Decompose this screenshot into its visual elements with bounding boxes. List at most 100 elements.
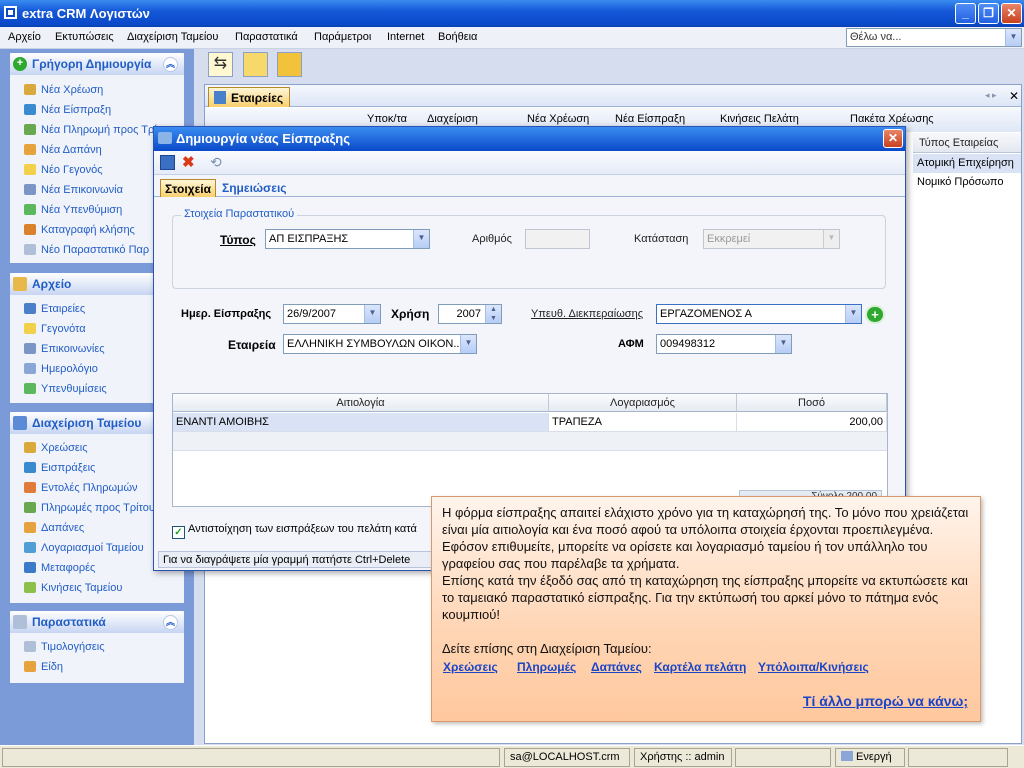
cash-accounts[interactable]: Λογαριασμοί Ταμείου [24, 542, 144, 554]
archive-events[interactable]: Γεγονότα [24, 323, 86, 335]
cell-account[interactable]: ΤΡΑΠΕΖΑ [549, 413, 737, 432]
toolbar-customer-movements[interactable]: Κινήσεις Πελάτη [720, 113, 799, 125]
company-select[interactable]: ΕΛΛΗΝΙΚΗ ΣΥΜΒΟΥΛΩΝ ΟΙΚΟΝ... ▼ [283, 334, 477, 354]
tab-companies[interactable]: Εταιρείες [208, 87, 291, 107]
toolbar-management[interactable]: Διαχείριση [427, 113, 478, 125]
windows-icon[interactable] [277, 52, 302, 77]
company-type-row[interactable]: Ατομική Επιχείρηση [913, 154, 1021, 173]
match-receipts-checkbox[interactable]: ✓ Αντιστοίχηση των εισπράξεων του πελάτη … [172, 523, 417, 539]
quick-log-call[interactable]: Καταγραφή κλήσης [24, 224, 135, 236]
quick-new-receipt[interactable]: Νέα Είσπραξη [24, 104, 111, 116]
menu-internet[interactable]: Internet [387, 31, 424, 43]
cash-third-party-payments[interactable]: Πληρωμές προς Τρίτου [24, 502, 155, 514]
cash-receipts[interactable]: Εισπράξεις [24, 462, 95, 474]
doc-tabstrip: Εταιρείες ✕ ◂ ▸ [205, 85, 1021, 107]
toolbar-new-receipt[interactable]: Νέα Είσπραξη [615, 113, 685, 125]
chevron-down-icon[interactable]: ▼ [775, 335, 791, 353]
chevron-down-icon[interactable]: ▼ [413, 230, 429, 248]
cash-transfers[interactable]: Μεταφορές [24, 562, 95, 574]
cell-reason[interactable]: ΕΝΑΝΤΙ ΑΜΟΙΒΗΣ [173, 413, 549, 432]
archive-companies[interactable]: Εταιρείες [24, 303, 85, 315]
archive-calendar[interactable]: Ημερολόγιο [24, 363, 98, 375]
status-extra [908, 748, 1008, 767]
toolbar-sub-accounts[interactable]: Υποκ/τα [367, 113, 407, 125]
year-stepper[interactable]: 2007 ▲ ▼ [438, 304, 502, 324]
tab-scroll-icon[interactable]: ◂ ▸ [985, 90, 997, 101]
company-type-row[interactable]: Νομικό Πρόσωπο [913, 173, 1021, 192]
column-reason[interactable]: Αιτιολογία [173, 394, 549, 412]
quick-new-reminder[interactable]: Νέα Υπενθύμιση [24, 204, 122, 216]
date-picker[interactable]: 26/9/2007 ▼ [283, 304, 381, 324]
spin-icon[interactable]: ▲ ▼ [485, 305, 501, 323]
date-label: Ημερ. Είσπραξης [181, 308, 272, 320]
quick-new-communication[interactable]: Νέα Επικοινωνία [24, 184, 123, 196]
item-label: Νέα Δαπάνη [41, 144, 102, 156]
help-paragraph-1: Η φόρμα είσπραξης απαιτεί ελάχιστο χρόνο… [442, 505, 969, 571]
chevron-down-icon[interactable]: ▼ [845, 305, 861, 323]
table-row[interactable] [173, 432, 887, 451]
close-button[interactable]: ✕ [1001, 3, 1022, 24]
search-value: Θέλω να... [850, 31, 902, 43]
menu-parameters[interactable]: Παράμετροι [314, 31, 371, 43]
menu-documents[interactable]: Παραστατικά [235, 31, 298, 43]
cash-payment-orders[interactable]: Εντολές Πληρωμών [24, 482, 138, 494]
afm-select[interactable]: 009498312 ▼ [656, 334, 792, 354]
tab-details[interactable]: Στοιχεία [160, 179, 216, 197]
add-employee-icon[interactable]: + [865, 305, 885, 324]
link-charges[interactable]: Χρεώσεις [443, 660, 498, 674]
modules-icon[interactable] [243, 52, 268, 77]
chevron-down-icon[interactable]: ▼ [1005, 29, 1021, 46]
checkmark-icon: ✓ [172, 526, 185, 539]
toolbar-charge-packages[interactable]: Πακέτα Χρέωσης [850, 113, 934, 125]
tab-notes[interactable]: Σημειώσεις [218, 179, 291, 197]
responsible-select[interactable]: ΕΡΓΑΖΟΜΕΝΟΣ Α ▼ [656, 304, 862, 324]
search-combo[interactable]: Θέλω να... ▼ [846, 28, 1022, 47]
quick-new-document[interactable]: Νέο Παραστατικό Παρ [24, 244, 149, 256]
cash-charges[interactable]: Χρεώσεις [24, 442, 88, 454]
documents-icon [13, 615, 27, 629]
maximize-button[interactable]: ❐ [978, 3, 999, 24]
collapse-icon[interactable]: ︽ [163, 57, 178, 72]
item-label: Νέα Επικοινωνία [41, 184, 123, 196]
link-balances[interactable]: Υπόλοιπα/Κινήσεις [758, 660, 869, 674]
refresh-icon[interactable]: ⟲ [210, 154, 222, 171]
company-type-header[interactable]: Τύπος Εταιρείας [913, 133, 1021, 153]
chevron-down-icon[interactable]: ▼ [364, 305, 380, 323]
column-account[interactable]: Λογαριασμός [549, 394, 737, 412]
collapse-icon[interactable]: ︽ [163, 615, 178, 630]
cash-expenses[interactable]: Δαπάνες [24, 522, 84, 534]
chevron-down-icon[interactable]: ▼ [823, 230, 839, 248]
cell-amount[interactable]: 200,00 [737, 413, 887, 432]
quick-new-payment[interactable]: Νέα Πληρωμή προς Τρί [24, 124, 157, 136]
tab-close-icon[interactable]: ✕ [1009, 89, 1019, 103]
what-else-link[interactable]: Τί άλλο μπορώ να κάνω; [803, 693, 968, 709]
switch-arrows-icon[interactable]: ⇆ [208, 52, 233, 77]
quick-new-event[interactable]: Νέο Γεγονός [24, 164, 103, 176]
menu-print[interactable]: Εκτυπώσεις [55, 31, 114, 43]
docs-items[interactable]: Είδη [24, 661, 63, 673]
type-select[interactable]: ΑΠ ΕΙΣΠΡΑΞΗΣ ▼ [265, 229, 430, 249]
chevron-down-icon[interactable]: ▼ [460, 335, 476, 353]
toolbar-new-charge[interactable]: Νέα Χρέωση [527, 113, 589, 125]
cash-movements[interactable]: Κινήσεις Ταμείου [24, 582, 122, 594]
link-customer-card[interactable]: Καρτέλα πελάτη [654, 660, 746, 674]
quick-new-charge[interactable]: Νέα Χρέωση [24, 84, 103, 96]
link-expenses[interactable]: Δαπάνες [591, 660, 642, 674]
dialog-close-button[interactable]: ✕ [883, 129, 903, 148]
number-field[interactable] [525, 229, 590, 249]
documents-header[interactable]: Παραστατικά ︽ [10, 611, 184, 633]
menu-help[interactable]: Βοήθεια [438, 31, 477, 43]
docs-invoices[interactable]: Τιμολογήσεις [24, 641, 105, 653]
archive-communications[interactable]: Επικοινωνίες [24, 343, 105, 355]
link-payments[interactable]: Πληρωμές [517, 660, 576, 674]
quick-create-header[interactable]: + Γρήγορη Δημιουργία ︽ [10, 53, 184, 75]
menu-file[interactable]: Αρχείο [8, 31, 41, 43]
delete-icon[interactable]: ✖ [182, 153, 195, 171]
menu-cash[interactable]: Διαχείριση Ταμείου [127, 31, 218, 43]
status-select[interactable]: Εκκρεμεί ▼ [703, 229, 840, 249]
column-amount[interactable]: Ποσό [737, 394, 887, 412]
save-icon[interactable] [160, 155, 175, 170]
minimize-button[interactable]: _ [955, 3, 976, 24]
quick-new-expense[interactable]: Νέα Δαπάνη [24, 144, 102, 156]
archive-reminders[interactable]: Υπενθυμίσεις [24, 383, 107, 395]
